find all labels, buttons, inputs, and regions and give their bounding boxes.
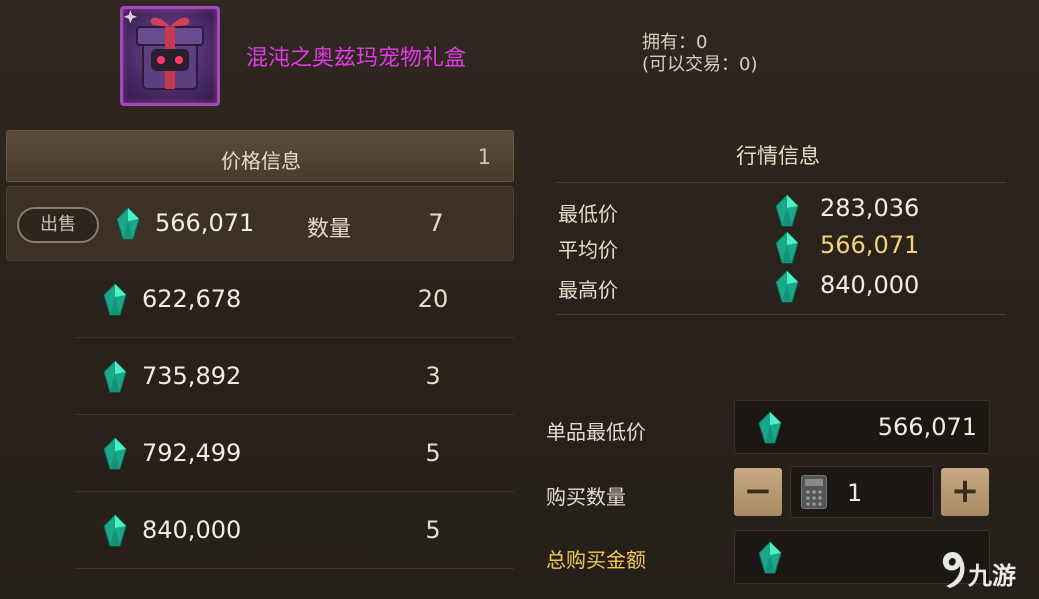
page-number: 1 bbox=[477, 145, 491, 169]
gift-box-icon[interactable] bbox=[120, 6, 220, 106]
price-panel-header: 价格信息 1 bbox=[6, 130, 514, 182]
gem-icon bbox=[775, 270, 799, 303]
increase-quantity-button[interactable]: + bbox=[941, 468, 989, 516]
min-price-label: 最低价 bbox=[558, 202, 618, 226]
tradable-count: (可以交易：0) bbox=[642, 54, 758, 75]
avg-price-value: 566,071 bbox=[820, 231, 920, 259]
price-panel-title: 价格信息 bbox=[221, 149, 301, 173]
trade-window: 混沌之奥兹玛宠物礼盒 拥有：0 (可以交易：0) 价格信息 1 出售 566,0… bbox=[0, 0, 1039, 599]
listing-quantity: 3 bbox=[425, 362, 441, 390]
gem-icon bbox=[758, 541, 782, 574]
listing-quantity: 5 bbox=[425, 439, 441, 467]
row-divider bbox=[76, 491, 514, 492]
listing-price: 566,071 bbox=[155, 209, 255, 237]
owned-count: 拥有：0 bbox=[642, 32, 708, 53]
listing-price: 622,678 bbox=[142, 285, 242, 313]
unit-min-price-value: 566,071 bbox=[877, 413, 977, 441]
watermark-text: 九游 bbox=[968, 562, 1016, 590]
gem-icon bbox=[775, 194, 799, 227]
gem-icon bbox=[116, 207, 140, 240]
ownership-info: 拥有：0 (可以交易：0) bbox=[642, 32, 758, 76]
purchase-quantity-input[interactable]: 1 bbox=[790, 466, 934, 518]
avg-price-label: 平均价 bbox=[558, 238, 618, 262]
decrease-quantity-button[interactable]: − bbox=[734, 468, 782, 516]
listing-row[interactable]: 出售 566,071 数量 7 bbox=[6, 186, 514, 261]
listing-quantity: 5 bbox=[425, 516, 441, 544]
row-divider bbox=[76, 414, 514, 415]
item-name: 混沌之奥兹玛宠物礼盒 bbox=[246, 46, 467, 71]
gem-icon bbox=[775, 231, 799, 264]
max-price-value: 840,000 bbox=[820, 271, 920, 299]
total-price-label: 总购买金额 bbox=[546, 548, 646, 572]
gem-icon bbox=[103, 514, 127, 547]
listing-quantity: 20 bbox=[417, 285, 449, 313]
listing-row[interactable]: 792,499 5 bbox=[6, 417, 514, 492]
listing-row[interactable]: 622,678 20 bbox=[6, 263, 514, 338]
row-divider bbox=[76, 568, 514, 569]
listing-price: 792,499 bbox=[142, 439, 242, 467]
calculator-icon[interactable] bbox=[801, 475, 827, 509]
listing-row[interactable]: 735,892 3 bbox=[6, 340, 514, 415]
listing-price: 840,000 bbox=[142, 516, 242, 544]
watermark-logo: 九游 bbox=[938, 550, 1033, 595]
gem-icon bbox=[103, 283, 127, 316]
listing-price: 735,892 bbox=[142, 362, 242, 390]
quantity-label: 数量 bbox=[307, 217, 352, 242]
watermark-mark-icon bbox=[942, 552, 965, 588]
unit-min-price-label: 单品最低价 bbox=[546, 420, 646, 444]
gem-icon bbox=[103, 437, 127, 470]
gem-icon bbox=[103, 360, 127, 393]
market-info-title: 行情信息 bbox=[736, 144, 820, 168]
unit-min-price-field: 566,071 bbox=[734, 400, 990, 454]
purchase-quantity-label: 购买数量 bbox=[546, 485, 626, 509]
market-divider-bottom bbox=[556, 314, 1006, 315]
listing-row[interactable]: 840,000 5 bbox=[6, 494, 514, 569]
listing-quantity: 7 bbox=[428, 209, 444, 237]
max-price-label: 最高价 bbox=[558, 278, 618, 302]
sell-button[interactable]: 出售 bbox=[17, 207, 99, 243]
gem-icon bbox=[758, 411, 782, 444]
purchase-quantity-value: 1 bbox=[847, 479, 863, 507]
market-divider-top bbox=[556, 182, 1006, 183]
price-panel: 价格信息 1 出售 566,071 数量 7 622,678 20 735,89… bbox=[6, 128, 514, 578]
min-price-value: 283,036 bbox=[820, 194, 920, 222]
row-divider bbox=[76, 337, 514, 338]
